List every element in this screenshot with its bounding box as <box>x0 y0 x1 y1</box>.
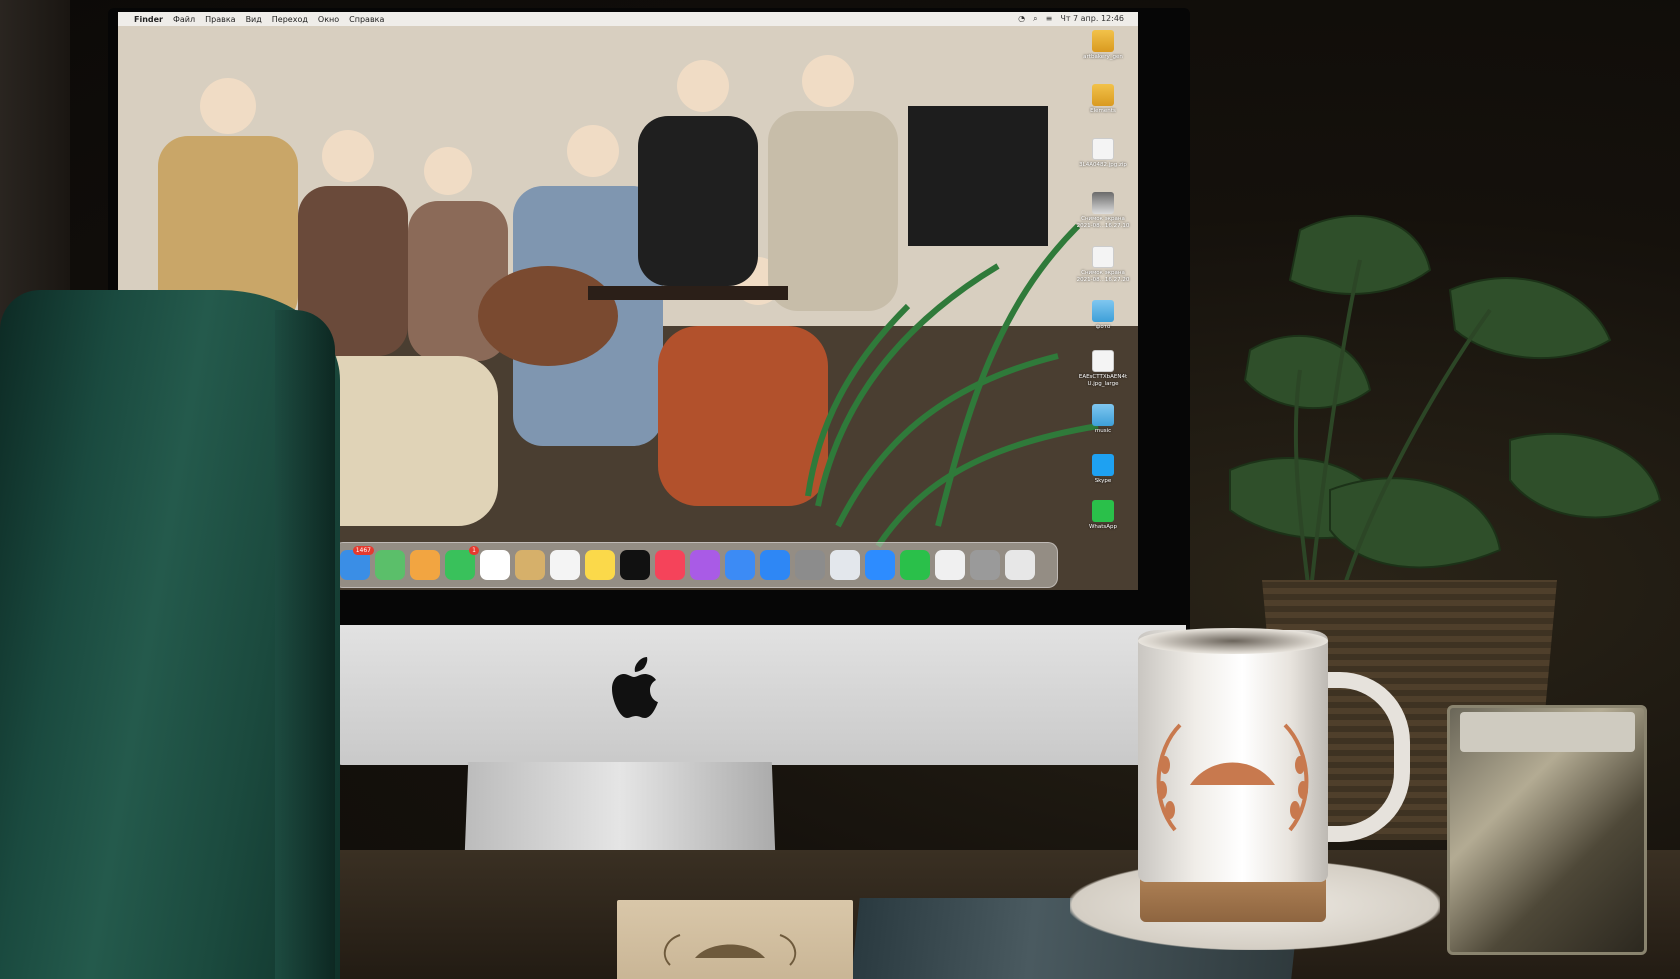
desktop-item[interactable]: Elements <box>1073 84 1133 115</box>
notes-app-icon[interactable] <box>515 550 545 580</box>
glass-box-lid <box>1460 712 1635 752</box>
settings-icon[interactable] <box>795 550 825 580</box>
dock-badge: 1 <box>469 546 479 555</box>
menu-view[interactable]: Вид <box>246 15 262 24</box>
search-icon[interactable]: ⌕ <box>1033 14 1037 24</box>
file-icon <box>1092 138 1114 160</box>
menu-clock[interactable]: Чт 7 апр. 12:46 <box>1060 14 1124 24</box>
desktop-item[interactable]: artbakery_gen <box>1073 30 1133 61</box>
whatsapp-icon <box>1092 500 1114 522</box>
notes-icon[interactable] <box>585 550 615 580</box>
desktop-item[interactable]: Снимок экрана 2021-08...16.27.10 <box>1073 192 1133 230</box>
dock-badge: 1467 <box>352 546 374 555</box>
folder-icon <box>1092 84 1114 106</box>
desktop-icons: artbakery_gen Elements 3L4A0482.jpg.zip … <box>1073 30 1133 570</box>
mail-icon[interactable]: 1467 <box>340 546 374 580</box>
file-icon <box>1092 246 1114 268</box>
chair-edge <box>275 310 335 979</box>
menu-edit[interactable]: Правка <box>205 15 235 24</box>
trash-icon[interactable] <box>1005 550 1035 580</box>
podcasts-icon[interactable] <box>690 550 720 580</box>
skype-icon <box>1092 454 1114 476</box>
mug-croissant-emblem-icon <box>1156 723 1309 832</box>
maps-icon[interactable] <box>375 550 405 580</box>
desktop-item[interactable]: 3L4A0482.jpg.zip <box>1073 138 1133 169</box>
desktop-item[interactable]: Skype <box>1073 454 1133 485</box>
appstore-icon[interactable] <box>760 550 790 580</box>
tv-icon[interactable] <box>620 550 650 580</box>
desktop-item[interactable]: фото <box>1073 300 1133 331</box>
croissant-emblem-icon <box>663 934 797 966</box>
zoom-icon[interactable] <box>865 550 895 580</box>
preview-icon[interactable] <box>830 550 860 580</box>
screenshot-icon <box>1092 192 1114 214</box>
mug-rim <box>1138 628 1328 654</box>
desktop-item[interactable]: music <box>1073 404 1133 435</box>
imac-chin <box>336 625 1186 765</box>
dock: 1467 1 <box>333 542 1058 588</box>
reminders-icon[interactable] <box>550 550 580 580</box>
menu-file[interactable]: Файл <box>173 15 195 24</box>
scene: Finder Файл Правка Вид Переход Окно Спра… <box>0 0 1680 979</box>
desktop-item[interactable]: WhatsApp <box>1073 500 1133 531</box>
desktop-item[interactable]: EAEsCTTXbAEN4t U.jpg_large <box>1073 350 1133 388</box>
whatsapp-dock-icon[interactable] <box>900 550 930 580</box>
control-center-icon[interactable]: ≡ <box>1046 14 1053 24</box>
music-icon[interactable] <box>655 550 685 580</box>
desktop-item[interactable]: Снимок экрана 2021-08...16.27.20 <box>1073 246 1133 284</box>
menu-help[interactable]: Справка <box>349 15 384 24</box>
wifi-icon[interactable]: ◔ <box>1018 14 1025 24</box>
menu-finder[interactable]: Finder <box>134 15 163 24</box>
menu-go[interactable]: Переход <box>272 15 308 24</box>
apple-logo-icon <box>612 657 658 718</box>
menu-window[interactable]: Окно <box>318 15 339 24</box>
file-icon <box>1092 350 1114 372</box>
folder-icon <box>1092 300 1114 322</box>
photos-icon[interactable] <box>410 550 440 580</box>
facetime-icon[interactable]: 1 <box>445 546 479 580</box>
keynote-icon[interactable] <box>725 550 755 580</box>
screenshot-stack-icon[interactable] <box>970 550 1000 580</box>
document-icon[interactable] <box>935 550 965 580</box>
menu-bar: Finder Файл Правка Вид Переход Окно Спра… <box>118 12 1138 26</box>
calendar-icon[interactable] <box>480 550 510 580</box>
folder-icon <box>1092 404 1114 426</box>
folder-icon <box>1092 30 1114 52</box>
